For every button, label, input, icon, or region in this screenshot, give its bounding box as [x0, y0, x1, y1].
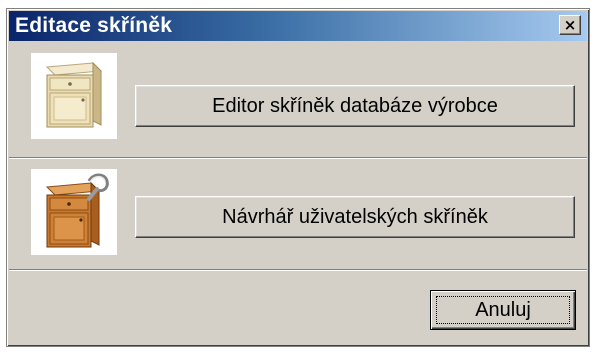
manufacturer-cabinet-editor-button[interactable]: Editor skříněk databáze výrobce [135, 85, 575, 127]
close-icon: × [563, 16, 577, 34]
manufacturer-cabinet-editor-label: Editor skříněk databáze výrobce [212, 94, 498, 117]
cabinet-design-icon [45, 173, 109, 248]
cancel-button[interactable]: Anuluj [430, 290, 576, 330]
close-button[interactable]: × [559, 15, 581, 35]
cancel-label: Anuluj [475, 298, 531, 321]
custom-cabinet-designer-button[interactable]: Návrhář uživatelských skříněk [135, 196, 575, 238]
section-divider [9, 157, 587, 159]
custom-cabinet-thumbnail [31, 169, 117, 255]
cabinet-editing-dialog: Editace skříněk × Editor skříněk databáz… [6, 8, 590, 347]
title-bar[interactable]: Editace skříněk × [9, 11, 587, 41]
cabinet-light-icon [45, 61, 103, 128]
manufacturer-cabinet-thumbnail [31, 53, 117, 139]
footer-divider [9, 269, 587, 271]
dialog-title: Editace skříněk [15, 14, 173, 37]
custom-cabinet-designer-label: Návrhář uživatelských skříněk [222, 205, 488, 228]
